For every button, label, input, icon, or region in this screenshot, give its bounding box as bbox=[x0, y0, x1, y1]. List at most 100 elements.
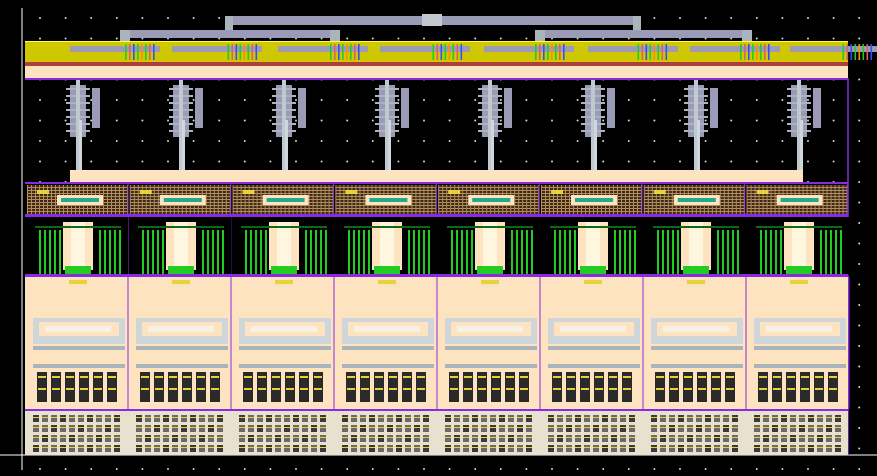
mesh-row bbox=[438, 211, 540, 212]
digital-cell-wire bbox=[360, 417, 366, 418]
digital-cell bbox=[163, 435, 169, 442]
digital-cell-wire bbox=[239, 427, 245, 428]
mesh-col bbox=[115, 185, 116, 215]
grid-dot bbox=[39, 17, 41, 19]
digital-cell-wire bbox=[423, 447, 429, 448]
mesh-col bbox=[458, 185, 460, 215]
mesh-col bbox=[419, 185, 421, 215]
digital-cell-wire bbox=[714, 437, 720, 438]
digital-cell bbox=[508, 445, 514, 452]
digital-cell bbox=[548, 445, 554, 452]
digital-cell bbox=[414, 415, 420, 422]
digital-cell-wire bbox=[114, 437, 120, 438]
digital-cell bbox=[575, 445, 581, 452]
grid-dot bbox=[704, 140, 707, 142]
grid-dot bbox=[141, 99, 144, 101]
digital-cell bbox=[808, 425, 814, 432]
mesh-col bbox=[731, 185, 733, 215]
digital-cell bbox=[763, 415, 769, 422]
green-region-core-hl bbox=[483, 222, 497, 270]
grid-dot bbox=[653, 17, 656, 19]
logic-cell-yellow bbox=[567, 376, 575, 378]
digital-cell-wire bbox=[275, 427, 281, 428]
grid-dot bbox=[218, 140, 221, 142]
digital-cell bbox=[405, 415, 411, 422]
upper-stack-side bbox=[607, 88, 615, 128]
digital-cell bbox=[620, 425, 626, 432]
grid-dot bbox=[602, 468, 605, 470]
logic-cell-yellow bbox=[244, 376, 252, 378]
digital-cell bbox=[396, 425, 402, 432]
digital-cell-wire bbox=[96, 447, 102, 448]
grid-dot bbox=[730, 160, 733, 163]
lower-gray-strip bbox=[445, 346, 537, 350]
grid-dot bbox=[858, 181, 861, 183]
digital-cell-wire bbox=[593, 437, 599, 438]
mesh-col bbox=[51, 185, 52, 215]
logic-cell-yellow bbox=[375, 388, 383, 390]
digital-cell bbox=[575, 415, 581, 422]
digital-cell bbox=[172, 445, 178, 452]
mesh-row bbox=[438, 187, 540, 188]
digital-cell bbox=[266, 435, 272, 442]
digital-cell-wire bbox=[651, 447, 657, 448]
green-finger-left bbox=[471, 230, 473, 274]
digital-cell-wire bbox=[575, 447, 581, 448]
digital-cell-wire bbox=[351, 437, 357, 438]
grid-dot bbox=[64, 160, 67, 163]
green-finger-right bbox=[315, 230, 317, 274]
metal-band-sliver bbox=[641, 44, 644, 60]
digital-cell bbox=[378, 435, 384, 442]
metal-band-sliver bbox=[342, 44, 344, 60]
green-finger-left bbox=[677, 230, 679, 274]
digital-cell bbox=[445, 415, 451, 422]
mesh-center-teal bbox=[61, 198, 99, 202]
digital-cell-wire bbox=[566, 427, 572, 428]
logic-cell-yellow bbox=[300, 388, 308, 390]
mesh-col bbox=[462, 185, 464, 215]
metal-band-sliver bbox=[756, 44, 758, 60]
grid-dot bbox=[167, 17, 169, 19]
digital-cell-wire bbox=[248, 427, 254, 428]
digital-cell bbox=[472, 415, 478, 422]
digital-cell bbox=[799, 425, 805, 432]
digital-cell-wire bbox=[669, 447, 675, 448]
chip-layout-drawing[interactable] bbox=[0, 0, 877, 476]
logic-cell-yellow bbox=[300, 376, 308, 378]
digital-cell bbox=[714, 425, 720, 432]
digital-cell bbox=[154, 435, 160, 442]
mesh-yellow-mark bbox=[448, 190, 461, 194]
digital-cell-wire bbox=[620, 417, 626, 418]
logic-cell-yellow bbox=[801, 376, 809, 378]
grid-dot bbox=[39, 140, 41, 142]
grid-dot bbox=[269, 119, 272, 122]
digital-cell bbox=[678, 415, 684, 422]
logic-cell-yellow bbox=[272, 388, 280, 390]
digital-cell-wire bbox=[826, 447, 832, 448]
digital-cell-wire bbox=[499, 417, 505, 418]
digital-cell bbox=[293, 425, 299, 432]
digital-cell bbox=[454, 435, 460, 442]
digital-cell bbox=[557, 415, 563, 422]
green-finger-right bbox=[722, 230, 724, 274]
mesh-col bbox=[663, 185, 665, 215]
digital-cell-wire bbox=[517, 437, 523, 438]
green-finger-right bbox=[619, 230, 621, 274]
digital-cell-wire bbox=[508, 417, 514, 418]
green-region-core-hl bbox=[689, 222, 703, 270]
digital-cell-wire bbox=[508, 427, 514, 428]
layout-canvas[interactable] bbox=[0, 0, 877, 476]
grid-dot bbox=[64, 99, 67, 101]
grid-dot bbox=[858, 222, 861, 224]
digital-cell bbox=[687, 425, 693, 432]
digital-cell bbox=[629, 445, 635, 452]
green-region-core-hl bbox=[174, 222, 188, 270]
grid-dot bbox=[627, 140, 630, 142]
digital-cell bbox=[60, 415, 66, 422]
lower-inner-light bbox=[45, 326, 111, 332]
digital-cell bbox=[136, 445, 142, 452]
digital-cell bbox=[499, 445, 505, 452]
digital-cell bbox=[199, 425, 205, 432]
digital-cell-wire bbox=[678, 427, 684, 428]
logic-cell-yellow bbox=[361, 376, 369, 378]
